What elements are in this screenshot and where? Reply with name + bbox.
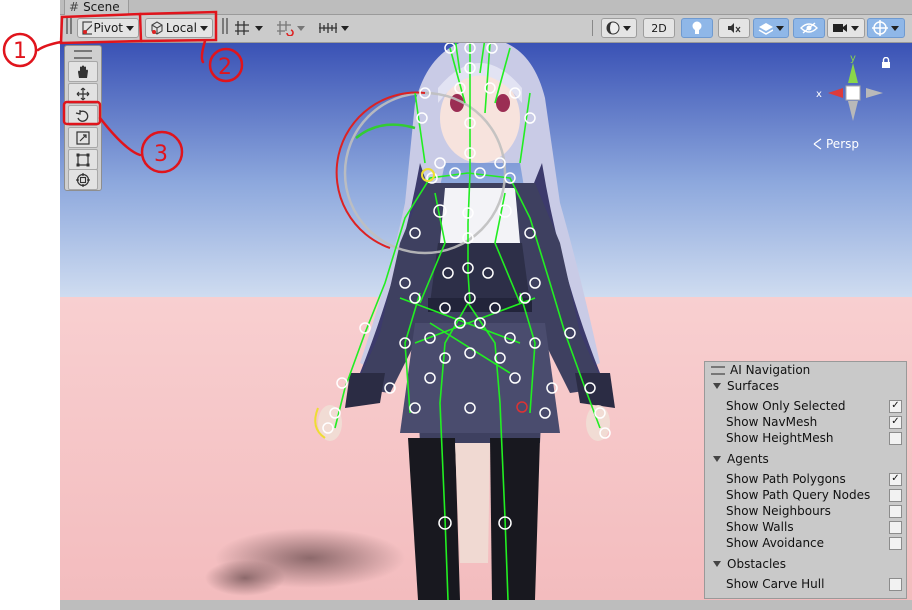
toggle-label: Show HeightMesh	[726, 431, 834, 445]
annotation-box-pivot	[59, 12, 143, 45]
toggle-show-only-selected[interactable]: Show Only Selected ✓	[726, 398, 902, 414]
toggle-show-path-query-nodes[interactable]: Show Path Query Nodes	[726, 487, 902, 503]
foldout-triangle-icon	[713, 561, 721, 567]
bottom-tab-strip	[60, 600, 912, 610]
toggle-show-navmesh[interactable]: Show NavMesh ✓	[726, 414, 902, 430]
annotation-box-local	[138, 10, 218, 43]
checkbox-unchecked[interactable]	[889, 577, 902, 591]
toggle-label: Show Avoidance	[726, 536, 825, 550]
toggle-show-carve-hull[interactable]: Show Carve Hull	[726, 576, 902, 592]
annotation-leader-3	[98, 116, 142, 157]
toggle-show-neighbours[interactable]: Show Neighbours	[726, 503, 902, 519]
section-agents[interactable]: Agents	[713, 452, 769, 466]
annotation-leader-1	[36, 40, 63, 52]
toggle-label: Show Carve Hull	[726, 577, 825, 591]
checkbox-checked[interactable]: ✓	[889, 415, 902, 429]
toggle-label: Show Path Query Nodes	[726, 488, 871, 502]
checkbox-checked[interactable]: ✓	[889, 472, 902, 486]
checkbox-unchecked[interactable]	[889, 504, 902, 518]
annotation-leader-2	[200, 39, 207, 64]
checkbox-unchecked[interactable]	[889, 431, 902, 445]
checkbox-unchecked[interactable]	[889, 520, 902, 534]
ai-navigation-overlay: AI Navigation Surfaces Show Only Selecte…	[704, 361, 907, 599]
checkbox-unchecked[interactable]	[889, 488, 902, 502]
overlay-grip-icon	[711, 366, 725, 375]
annotation-box-rotate	[62, 100, 102, 126]
toggle-show-path-polygons[interactable]: Show Path Polygons ✓	[726, 471, 902, 487]
section-label: Surfaces	[727, 379, 779, 393]
toggle-show-avoidance[interactable]: Show Avoidance	[726, 535, 902, 551]
section-obstacles[interactable]: Obstacles	[713, 557, 786, 571]
checkbox-unchecked[interactable]	[889, 536, 902, 550]
checkbox-checked[interactable]: ✓	[889, 399, 902, 413]
section-label: Obstacles	[727, 557, 786, 571]
annotation-number-1: 1	[13, 39, 27, 64]
toggle-label: Show Only Selected	[726, 399, 846, 413]
foldout-triangle-icon	[713, 456, 721, 462]
foldout-triangle-icon	[713, 383, 721, 389]
section-surfaces[interactable]: Surfaces	[713, 379, 779, 393]
annotation-layer: 1 2 3	[2, 10, 244, 174]
toggle-label: Show Neighbours	[726, 504, 831, 518]
toggle-label: Show Walls	[726, 520, 794, 534]
ai-navigation-title: AI Navigation	[730, 363, 811, 377]
toggle-label: Show Path Polygons	[726, 472, 846, 486]
toggle-label: Show NavMesh	[726, 415, 818, 429]
section-label: Agents	[727, 452, 769, 466]
annotation-number-2: 2	[218, 55, 232, 80]
annotation-number-3: 3	[154, 142, 168, 167]
toggle-show-heightmesh[interactable]: Show HeightMesh	[726, 430, 902, 446]
toggle-show-walls[interactable]: Show Walls	[726, 519, 902, 535]
